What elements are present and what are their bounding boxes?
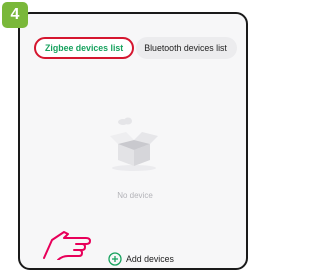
step-number-badge: 4 — [2, 2, 28, 28]
empty-box-icon — [110, 117, 158, 171]
add-devices-label: Add devices — [126, 254, 174, 264]
device-list-tabs: Zigbee devices list Bluetooth devices li… — [34, 36, 246, 60]
add-devices-button[interactable]: Add devices — [108, 250, 174, 268]
tab-bluetooth-devices-list[interactable]: Bluetooth devices list — [136, 37, 237, 59]
tab-zigbee-devices-list[interactable]: Zigbee devices list — [34, 37, 135, 59]
pointing-hand-icon — [43, 231, 91, 260]
plus-circle-icon — [108, 252, 122, 266]
empty-state-message: No device — [117, 191, 153, 200]
